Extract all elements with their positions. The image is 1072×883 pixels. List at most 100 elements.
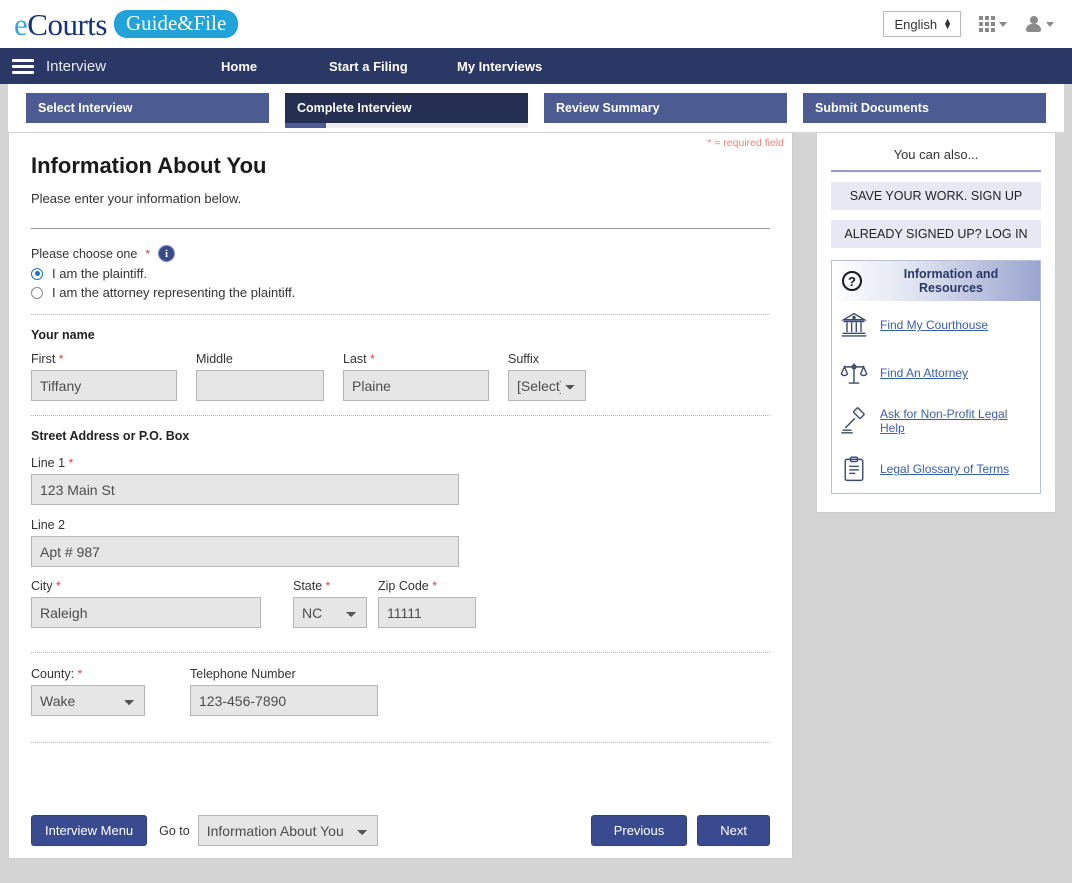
sidebar-login-button[interactable]: ALREADY SIGNED UP? LOG IN (831, 220, 1041, 248)
language-selector[interactable]: English ▲ ▼ (883, 11, 961, 37)
address-line2-label: Line 2 (31, 518, 66, 532)
telephone-field-group: Telephone Number (190, 667, 378, 716)
information-and-resources-title: Information and Resources (903, 267, 999, 295)
state-select[interactable]: NC (293, 597, 367, 628)
hamburger-menu-icon[interactable] (12, 56, 34, 77)
main-navigation-bar: Interview Home Start a Filing My Intervi… (0, 48, 1072, 84)
apps-grid-button[interactable] (979, 16, 1007, 32)
address-line1-input[interactable] (31, 474, 459, 505)
footer-actions: Previous Next (590, 815, 770, 846)
county-field-group: County: * Wake (31, 667, 145, 716)
interview-menu-button[interactable]: Interview Menu (31, 815, 148, 846)
information-and-resources-header: ? Information and Resources (832, 261, 1040, 301)
address-line2-field-group: Line 2 (31, 518, 770, 567)
step-select-interview[interactable]: Select Interview (26, 93, 269, 123)
required-asterisk: * (325, 579, 331, 593)
last-name-input[interactable] (343, 370, 489, 401)
resource-link-find-my-courthouse[interactable]: Find My Courthouse (832, 301, 1040, 349)
first-name-field-group: First * (31, 352, 177, 401)
address-line1-label: Line 1 * (31, 456, 74, 470)
logo-e-letter: e (14, 6, 28, 42)
radio-button[interactable] (31, 286, 43, 299)
form-footer-navigation: Interview Menu Go to Information About Y… (9, 815, 792, 846)
nav-link-start-a-filing[interactable]: Start a Filing (329, 59, 457, 74)
state-label: State * (293, 579, 331, 593)
goto-label: Go to (159, 823, 190, 838)
middle-name-input[interactable] (196, 370, 324, 401)
ecourts-logo[interactable]: e Courts Guide&File (14, 6, 239, 42)
resource-link-legal-glossary[interactable]: Legal Glossary of Terms (832, 445, 1040, 493)
suffix-label: Suffix (508, 352, 540, 366)
help-sidebar: You can also... SAVE YOUR WORK. SIGN UP … (816, 132, 1056, 513)
address-line1-field-group: Line 1 * (31, 456, 770, 505)
choose-one-label: Please choose one (31, 246, 138, 261)
city-input[interactable] (31, 597, 261, 628)
resource-link-label[interactable]: Find My Courthouse (880, 318, 988, 332)
radio-label: I am the attorney representing the plain… (52, 285, 296, 300)
resource-link-nonprofit-legal-help[interactable]: Ask for Non-Profit Legal Help (832, 397, 1040, 445)
radio-label: I am the plaintiff. (52, 266, 148, 281)
step-progress-track (285, 123, 528, 128)
gavel-icon (840, 407, 868, 435)
radio-option-attorney[interactable]: I am the attorney representing the plain… (31, 285, 770, 300)
section-divider (31, 415, 770, 416)
resource-link-label[interactable]: Legal Glossary of Terms (880, 462, 1009, 476)
county-label: County: * (31, 667, 83, 681)
sidebar-signup-button[interactable]: SAVE YOUR WORK. SIGN UP (831, 182, 1041, 210)
step-label: Select Interview (38, 101, 133, 115)
interview-form-panel: * = required field Information About You… (8, 132, 793, 859)
first-name-input[interactable] (31, 370, 177, 401)
suffix-select[interactable]: [Select] (508, 370, 586, 401)
nav-link-home[interactable]: Home (221, 59, 329, 74)
address-section-heading: Street Address or P.O. Box (31, 429, 190, 443)
page-subtitle: Please enter your information below. (31, 191, 242, 206)
section-divider (31, 228, 770, 229)
information-and-resources-box: ? Information and Resources Find My Cour… (831, 260, 1041, 494)
resource-link-find-an-attorney[interactable]: Find An Attorney (832, 349, 1040, 397)
nav-link-my-interviews[interactable]: My Interviews (457, 59, 542, 74)
next-button[interactable]: Next (697, 815, 770, 846)
step-review-summary[interactable]: Review Summary (544, 93, 787, 123)
sidebar-heading: You can also... (831, 147, 1041, 172)
goto-select[interactable]: Information About You (197, 815, 378, 846)
middle-name-label: Middle (196, 352, 233, 366)
page-content: * = required field Information About You… (0, 132, 1072, 859)
step-submit-documents[interactable]: Submit Documents (803, 93, 1046, 123)
step-complete-interview[interactable]: Complete Interview (285, 93, 528, 128)
address-section: Street Address or P.O. Box Line 1 * Line… (31, 429, 770, 628)
zip-input[interactable] (378, 597, 476, 628)
nav-links: Home Start a Filing My Interviews (221, 59, 542, 74)
required-asterisk: * (68, 456, 74, 470)
city-field-group: City * (31, 579, 261, 628)
radio-button[interactable] (31, 267, 43, 280)
county-telephone-section: County: * Wake Telephone Number (31, 667, 770, 716)
logo-guide-and-file-pill: Guide&File (113, 9, 239, 39)
required-asterisk: * (56, 579, 61, 593)
brand-header-actions: English ▲ ▼ (883, 11, 1054, 37)
courthouse-icon (840, 311, 868, 339)
state-field-group: State * NC (293, 579, 383, 628)
step-label: Review Summary (556, 101, 660, 115)
chevron-down-icon (1046, 21, 1054, 27)
address-line2-input[interactable] (31, 536, 459, 567)
updown-arrows-icon: ▲ ▼ (943, 16, 952, 31)
section-divider (31, 314, 770, 315)
required-field-note: * = required field (707, 137, 784, 149)
resource-link-label[interactable]: Ask for Non-Profit Legal Help (880, 407, 1032, 435)
middle-name-field-group: Middle (196, 352, 324, 401)
resource-link-label[interactable]: Find An Attorney (880, 366, 968, 380)
required-asterisk: * (432, 579, 437, 593)
radio-option-plaintiff[interactable]: I am the plaintiff. (31, 266, 770, 281)
user-account-button[interactable] (1025, 15, 1054, 33)
section-divider (31, 742, 770, 743)
question-mark-circle-icon: ? (842, 271, 862, 291)
info-circle-icon[interactable]: i (158, 245, 176, 262)
previous-button[interactable]: Previous (590, 815, 688, 846)
telephone-input[interactable] (190, 685, 378, 716)
chevron-down-icon (999, 21, 1007, 27)
step-label: Submit Documents (815, 101, 929, 115)
county-select[interactable]: Wake (31, 685, 145, 716)
last-name-field-group: Last * (343, 352, 489, 401)
progress-step-bar: Select Interview Complete Interview Revi… (8, 84, 1064, 132)
required-asterisk: * (58, 352, 64, 366)
